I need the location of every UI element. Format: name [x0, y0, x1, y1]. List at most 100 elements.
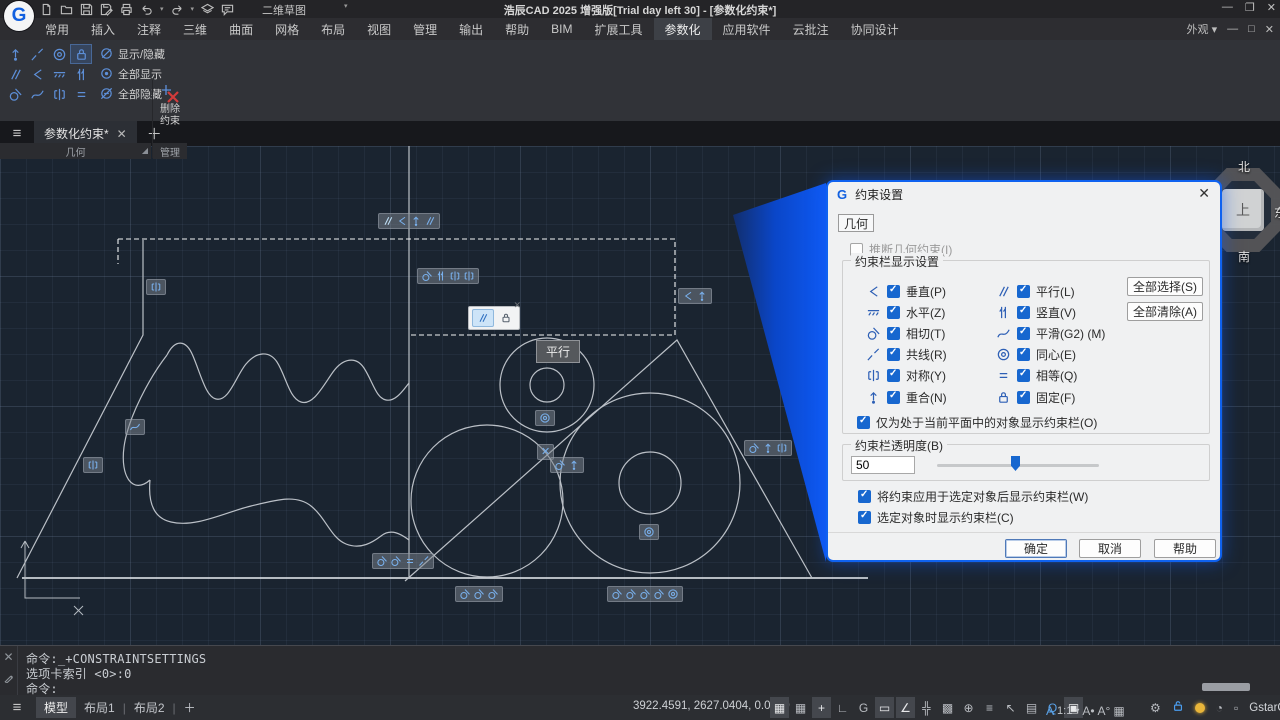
annotation-scale-value[interactable]: 1:1 — [1057, 705, 1072, 717]
appearance-menu[interactable]: 外观 ▾ — [1187, 21, 1218, 37]
polar-track-icon[interactable]: G — [854, 697, 873, 718]
annotation-auto-icon[interactable]: A° — [1098, 700, 1111, 720]
grid-snap-icon[interactable]: ▦ — [791, 697, 810, 718]
doc-close-button[interactable]: ✕ — [1265, 23, 1274, 36]
close-button[interactable]: ✕ — [1267, 1, 1276, 14]
lock-constraint-icon[interactable] — [496, 310, 516, 326]
checkbox-icon[interactable] — [858, 490, 871, 503]
show-all-button[interactable]: 全部显示 — [96, 64, 168, 83]
cancel-button[interactable]: 取消 — [1079, 539, 1141, 558]
ribbon-tab-常用[interactable]: 常用 — [34, 18, 80, 40]
view-cube-east[interactable]: 东 — [1274, 204, 1280, 221]
constraint-badge[interactable] — [639, 524, 659, 540]
constraint-badge[interactable] — [678, 288, 712, 304]
view-cube-south[interactable]: 南 — [1238, 248, 1250, 265]
tab-close-icon[interactable]: ✕ — [117, 127, 127, 141]
ribbon-tab-管理[interactable]: 管理 — [402, 18, 448, 40]
perpendicular-constraint-button[interactable] — [26, 64, 48, 84]
ribbon-tab-三维[interactable]: 三维 — [172, 18, 218, 40]
show-on-select-checkbox[interactable]: 选定对象时显示约束栏(C) — [858, 509, 1014, 526]
parallel-checkbox[interactable] — [1017, 285, 1030, 298]
ribbon-tab-云批注[interactable]: 云批注 — [782, 18, 840, 40]
concentric-checkbox[interactable] — [1017, 348, 1030, 361]
constraint-badge[interactable] — [417, 268, 479, 284]
constraint-badge[interactable] — [550, 457, 584, 473]
geometry-tab[interactable]: 几何 — [838, 214, 874, 232]
ortho-icon[interactable]: ∟ — [833, 697, 852, 718]
dialog-close-icon[interactable]: ✕ — [1198, 185, 1210, 202]
object-snap-icon[interactable]: ╬ — [917, 697, 936, 718]
coincident-checkbox[interactable] — [887, 391, 900, 404]
show-hide-button[interactable]: 显示/隐藏 — [96, 44, 168, 63]
command-scrollbar[interactable] — [1202, 683, 1250, 691]
vertical-checkbox[interactable] — [1017, 306, 1030, 319]
angle-icon[interactable]: ∠ — [896, 697, 915, 718]
performance-gauge-icon[interactable]: ◔ — [1216, 697, 1223, 718]
fixed-checkbox[interactable] — [1017, 391, 1030, 404]
help-button[interactable]: 帮助 — [1154, 539, 1216, 558]
constraint-toolbar[interactable]: ✕ — [468, 306, 520, 330]
isolate-bulb-icon[interactable] — [1195, 703, 1205, 713]
constraint-badge[interactable] — [455, 586, 503, 602]
transparency-input[interactable] — [851, 456, 915, 474]
ribbon-tab-输出[interactable]: 输出 — [448, 18, 494, 40]
minimize-button[interactable]: — — [1222, 1, 1233, 14]
coincident-constraint-button[interactable] — [4, 44, 26, 64]
ribbon-tab-网格[interactable]: 网格 — [264, 18, 310, 40]
view-cube-top-face[interactable]: 上 — [1222, 189, 1264, 231]
ribbon-tab-视图[interactable]: 视图 — [356, 18, 402, 40]
model-tab[interactable]: 模型 — [36, 697, 76, 718]
ribbon-tab-注释[interactable]: 注释 — [126, 18, 172, 40]
constraint-badge[interactable] — [607, 586, 683, 602]
doc-menu-icon[interactable]: ≡ — [6, 126, 28, 142]
annotation-scale-icon[interactable]: A — [1046, 700, 1054, 720]
restore-button[interactable]: ❐ — [1245, 1, 1255, 14]
clear-all-button[interactable]: 全部清除(A) — [1127, 302, 1203, 321]
constraint-badge[interactable] — [744, 440, 792, 456]
checkbox-icon[interactable] — [857, 416, 870, 429]
apply-show-checkbox[interactable]: 将约束应用于选定对象后显示约束栏(W) — [858, 488, 1088, 505]
symmetric-constraint-button[interactable] — [48, 84, 70, 104]
ribbon-tab-应用软件[interactable]: 应用软件 — [712, 18, 782, 40]
ribbon-tab-扩展工具[interactable]: 扩展工具 — [584, 18, 654, 40]
ribbon-tab-BIM[interactable]: BIM — [540, 18, 583, 40]
slider-thumb[interactable] — [1011, 456, 1020, 471]
lineweight-icon[interactable]: ≡ — [980, 697, 999, 718]
add-layout-button[interactable]: ＋ — [184, 699, 196, 716]
badge-close-icon[interactable]: ✕ — [513, 300, 521, 311]
layout1-tab[interactable]: 布局1 — [84, 699, 115, 716]
view-cube-north[interactable]: 北 — [1238, 158, 1250, 175]
constraint-badge[interactable] — [378, 213, 440, 229]
scale-caret-icon[interactable]: ▾ — [1075, 706, 1079, 715]
select-all-button[interactable]: 全部选择(S) — [1127, 277, 1203, 296]
grid-display-icon[interactable]: ▦ — [770, 697, 789, 718]
doc-restore-button[interactable]: □ — [1248, 23, 1255, 35]
ribbon-tab-参数化[interactable]: 参数化 — [654, 18, 712, 40]
cursor-icon[interactable]: ↖ — [1001, 697, 1020, 718]
app-logo[interactable]: G — [4, 1, 34, 31]
command-line-panel[interactable]: ✕ 命令:_+CONSTRAINTSETTINGS 选项卡索引 <0>:0 命令… — [0, 645, 1280, 695]
current-plane-checkbox[interactable]: 仅为处于当前平面中的对象显示约束栏(O) — [857, 414, 1097, 431]
hatch-icon[interactable]: ▩ — [938, 697, 957, 718]
tangent-checkbox[interactable] — [887, 327, 900, 340]
constraint-badge[interactable] — [535, 410, 555, 426]
symmetric-checkbox[interactable] — [887, 369, 900, 382]
constraint-badge[interactable] — [125, 419, 145, 435]
horizontal-checkbox[interactable] — [887, 306, 900, 319]
smooth-constraint-button[interactable] — [26, 84, 48, 104]
ui-lock-icon[interactable] — [1172, 700, 1184, 715]
constraint-badge[interactable] — [83, 457, 103, 473]
dialog-title-bar[interactable]: G 约束设置 ✕ — [828, 182, 1220, 206]
close-command-icon[interactable]: ✕ — [3, 650, 13, 664]
layout2-tab[interactable]: 布局2 — [134, 699, 165, 716]
clean-screen-icon[interactable]: ▫ — [1234, 697, 1238, 718]
collinear-checkbox[interactable] — [887, 348, 900, 361]
ok-button[interactable]: 确定 — [1005, 539, 1067, 558]
otrack-icon[interactable]: ⊕ — [959, 697, 978, 718]
ribbon-tab-协同设计[interactable]: 协同设计 — [840, 18, 910, 40]
parallel-constraint-icon[interactable] — [472, 309, 494, 327]
vertical-constraint-button[interactable] — [70, 64, 92, 84]
panel-launcher-icon[interactable]: ◢ — [142, 146, 148, 155]
layers-icon[interactable]: ▤ — [1022, 697, 1041, 718]
status-menu-icon[interactable]: ≡ — [6, 700, 28, 716]
